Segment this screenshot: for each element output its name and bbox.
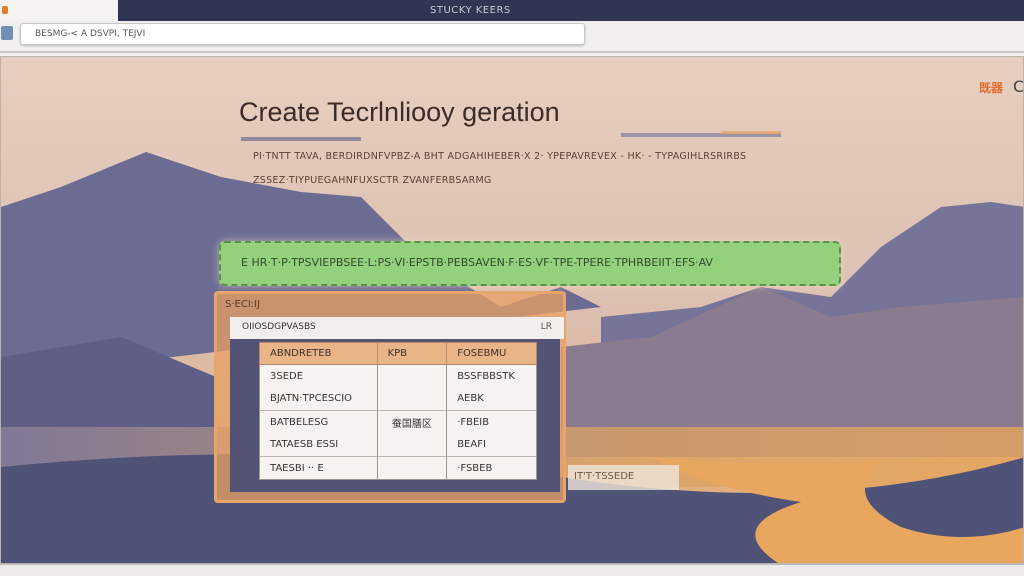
favicon-icon bbox=[2, 6, 8, 14]
cell: TAESBI ·· E bbox=[259, 456, 378, 480]
search-dialog: S·ECI:IJ OIIOSDGPVASBS LR ABNDRETEB KPB … bbox=[214, 291, 566, 503]
cell bbox=[376, 364, 448, 388]
notification-banner[interactable]: E HR·T·P·TPSVIEPBSEE·L:PS·VI·EPSTB·PEBSA… bbox=[219, 241, 841, 286]
cell bbox=[376, 387, 448, 411]
page-content: Create Tecrlnliooy geration PI·TNTT TAVA… bbox=[0, 56, 1024, 564]
table-row[interactable]: BJATN·TPCESCIO AEBK bbox=[259, 387, 537, 411]
page-subtitle-line-2: ZSSEZ·TIYPUEGAHNFUXSCTR ZVANFERBSARMG bbox=[253, 175, 492, 186]
cell: BSSFBBSTK bbox=[446, 364, 537, 388]
results-table: ABNDRETEB KPB FOSEBMU 3SEDE BSSFBBSTK BJA… bbox=[259, 342, 537, 480]
column-header[interactable]: FOSEBMU bbox=[446, 342, 537, 365]
table-row[interactable]: TAESBI ·· E ·FSBEB bbox=[259, 456, 537, 480]
window-title: STUCKY KEERS bbox=[430, 5, 511, 16]
dialog-title: S·ECI:IJ bbox=[225, 299, 261, 310]
caption-label: IT'T·TSSEDE bbox=[568, 465, 679, 490]
address-bar[interactable]: BESMG-< A DSVPI, TEJVI bbox=[20, 23, 585, 45]
browser-toolbar: BESMG-< A DSVPI, TEJVI bbox=[0, 21, 1024, 53]
cell: BJATN·TPCESCIO bbox=[259, 387, 378, 411]
cell bbox=[376, 433, 448, 457]
cell: ·FBEIB bbox=[446, 410, 537, 434]
table-row[interactable]: BATBELESG 蚕国膳区 ·FBEIB bbox=[259, 410, 537, 434]
table-row[interactable]: 3SEDE BSSFBBSTK bbox=[259, 364, 537, 388]
top-right-icon[interactable]: C bbox=[1013, 77, 1023, 96]
status-bar bbox=[0, 564, 1024, 576]
column-header[interactable]: ABNDRETEB bbox=[259, 342, 378, 365]
table-header-row: ABNDRETEB KPB FOSEBMU bbox=[259, 342, 537, 365]
cell: TATAESB ESSI bbox=[259, 433, 378, 457]
browser-tab-strip: STUCKY KEERS bbox=[0, 0, 1024, 21]
search-value: OIIOSDGPVASBS bbox=[242, 322, 316, 332]
top-right-link[interactable]: 既器 bbox=[979, 79, 1003, 96]
column-header[interactable]: KPB bbox=[376, 342, 448, 365]
cell: 蚕国膳区 bbox=[376, 410, 448, 434]
page-title: Create Tecrlnliooy geration bbox=[239, 97, 560, 127]
cell: 3SEDE bbox=[259, 364, 378, 388]
table-row[interactable]: TATAESB ESSI BEAFI bbox=[259, 433, 537, 457]
page-subtitle-line-1: PI·TNTT TAVA, BERDIRDNFVPBZ-A BHT ADGAHI… bbox=[253, 151, 747, 162]
browser-tab[interactable] bbox=[0, 0, 118, 21]
page-icon bbox=[1, 26, 13, 40]
cell: BEAFI bbox=[446, 433, 537, 457]
cell: AEBK bbox=[446, 387, 537, 411]
search-icon[interactable]: LR bbox=[541, 322, 552, 332]
cell: ·FSBEB bbox=[446, 456, 537, 480]
cell bbox=[376, 456, 448, 480]
cell: BATBELESG bbox=[259, 410, 378, 434]
dialog-search-input[interactable]: OIIOSDGPVASBS LR bbox=[230, 317, 564, 339]
